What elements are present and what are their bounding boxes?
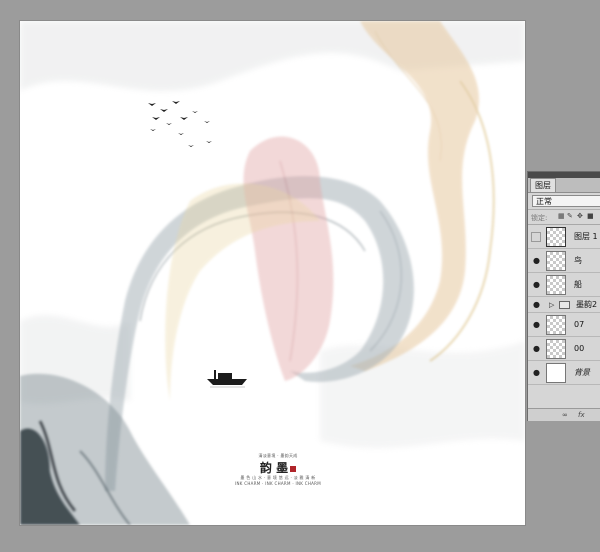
layer-thumbnail <box>546 227 566 247</box>
fx-icon[interactable]: fx <box>578 410 585 420</box>
expand-triangle-icon[interactable]: ▷ <box>549 300 554 310</box>
layer-name: 图层 1 <box>574 232 598 241</box>
layer-thumbnail <box>546 315 566 335</box>
layer-row-background[interactable]: ● 背景 <box>528 361 600 385</box>
layer-thumbnail <box>546 275 566 295</box>
eye-icon[interactable]: ● <box>531 344 542 354</box>
layer-name: 船 <box>574 280 582 289</box>
pink-plume <box>243 136 334 381</box>
move-lock-icon[interactable]: ✥ <box>577 213 584 220</box>
blend-mode-select[interactable]: 正常 <box>532 195 600 207</box>
panel-tab-row: 图层 <box>528 178 600 193</box>
layer-group-ink[interactable]: ● ▷ 墨韵2 <box>528 297 600 313</box>
layer-name: 00 <box>574 344 585 353</box>
layer-name: 07 <box>574 320 585 329</box>
blend-mode-row: 正常 <box>528 193 600 210</box>
red-seal-icon <box>290 465 297 472</box>
artwork-caption: 清淡意境 · 墨韵天成 韵 墨 墨 色 山 水 · 意 境 悠 远 · 淡 雅 … <box>218 453 338 487</box>
layer-thumbnail <box>546 339 566 359</box>
artwork-title-text: 韵 墨 <box>259 461 289 475</box>
eye-icon[interactable]: ● <box>531 300 542 310</box>
eye-icon[interactable]: ● <box>531 368 542 378</box>
brush-lock-icon[interactable]: ✎ <box>567 213 574 220</box>
panel-footer: ∞ fx <box>528 408 600 421</box>
layer-thumbnail <box>546 363 566 383</box>
layer-row-07[interactable]: ● 07 <box>528 313 600 337</box>
birds-flock <box>148 101 212 147</box>
caption-line-3: INK CHARM · INK CHARM · INK CHARM <box>234 481 322 486</box>
padlock-icon[interactable]: ■ <box>587 213 594 220</box>
layer-row-birds[interactable]: ● 鸟 <box>528 249 600 273</box>
tab-layers[interactable]: 图层 <box>530 178 556 192</box>
eye-icon[interactable]: ● <box>531 256 542 266</box>
layer-row-00[interactable]: ● 00 <box>528 337 600 361</box>
artwork-title: 韵 墨 <box>218 461 338 475</box>
lock-row: 锁定: ▦ ✎ ✥ ■ <box>528 210 600 225</box>
lock-label: 锁定: <box>531 214 548 222</box>
layer-row-boat[interactable]: ● 船 <box>528 273 600 297</box>
caption-line-1: 清淡意境 · 墨韵天成 <box>258 453 298 458</box>
layer-name: 背景 <box>574 368 590 377</box>
document-canvas[interactable]: 清淡意境 · 墨韵天成 韵 墨 墨 色 山 水 · 意 境 悠 远 · 淡 雅 … <box>20 21 525 525</box>
layer-list: 图层 1 ● 鸟 ● 船 ● ▷ 墨韵2 ● 07 ● 00 ● 背景 <box>528 225 600 385</box>
eye-icon[interactable]: ● <box>531 280 542 290</box>
layer-thumbnail <box>546 251 566 271</box>
layers-panel: 图层 正常 锁定: ▦ ✎ ✥ ■ 图层 1 ● 鸟 ● 船 ● ▷ 墨韵2 ●… <box>527 171 600 421</box>
visibility-toggle-empty[interactable] <box>531 232 541 242</box>
layer-row-layer1[interactable]: 图层 1 <box>528 225 600 249</box>
ink-artwork <box>20 21 525 525</box>
link-icon[interactable]: ∞ <box>562 410 568 420</box>
layer-name: 墨韵2 <box>576 300 598 309</box>
checkerboard-lock-icon[interactable]: ▦ <box>558 213 565 220</box>
folder-icon <box>559 301 570 309</box>
layer-name: 鸟 <box>574 256 582 265</box>
eye-icon[interactable]: ● <box>531 320 542 330</box>
boat <box>207 370 247 388</box>
